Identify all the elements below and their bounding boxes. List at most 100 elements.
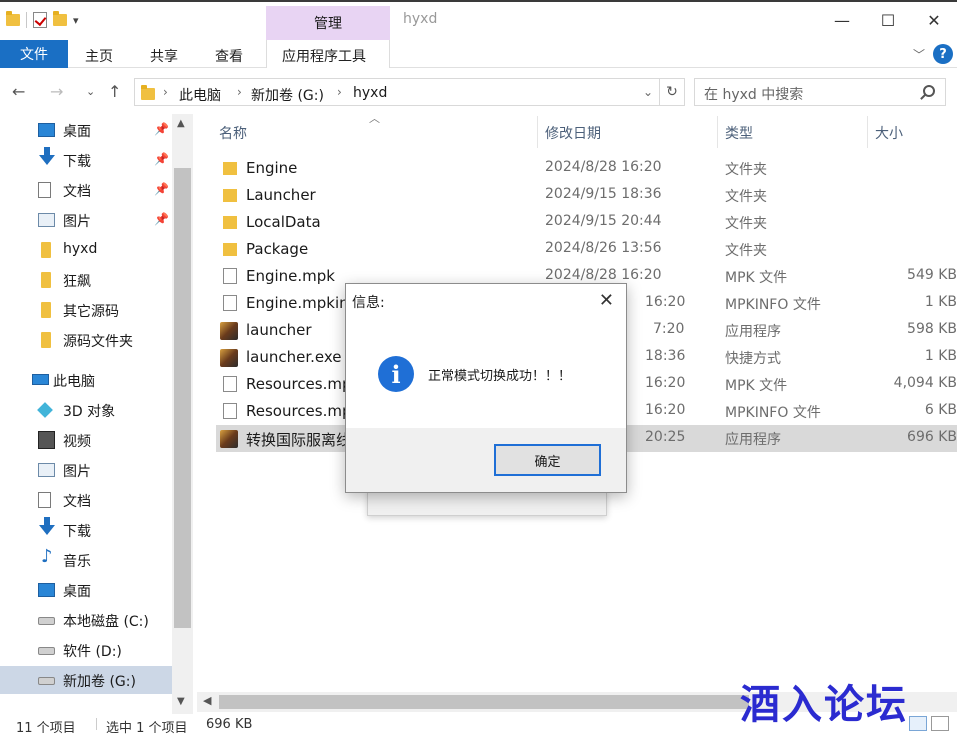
column-divider[interactable] [867,116,868,148]
file-row-engine[interactable]: Engine 2024/8/28 16:20 文件夹 [216,155,957,182]
column-divider[interactable] [717,116,718,148]
folder-icon [223,189,237,202]
search-placeholder: 在 hyxd 中搜索 [704,87,804,103]
scroll-down-icon[interactable]: ▼ [177,696,185,707]
address-dropdown-icon[interactable]: ⌄ [643,85,653,99]
file-date: 16:20 [645,375,686,391]
background-dialog [367,490,607,516]
sidebar-item-label: 图片 [63,464,91,480]
sidebar-item-label: 新加卷 (G:) [63,674,136,690]
app-icon [220,322,238,340]
document-icon [38,492,51,508]
file-icon [223,295,237,311]
tab-application-tools[interactable]: 应用程序工具 [282,46,366,66]
file-type: 文件夹 [725,189,767,205]
expand-ribbon-icon[interactable]: ﹀ [913,46,925,63]
column-header-type[interactable]: 类型 [725,123,753,143]
file-icon [223,376,237,392]
file-row-package[interactable]: Package 2024/8/26 13:56 文件夹 [216,236,957,263]
pin-icon: 📌 [154,122,169,136]
breadcrumb-separator: › [237,85,242,99]
file-type: MPKINFO 文件 [725,405,821,421]
sidebar-item-music[interactable]: ♪ 音乐 [0,546,172,574]
sidebar-item-kuangbiao[interactable]: 狂飙 [0,266,172,294]
help-button[interactable]: ? [933,44,953,64]
dialog-close-button[interactable]: ✕ [599,290,614,311]
minimize-button[interactable]: — [819,0,865,40]
sidebar-item-drive-d[interactable]: 软件 (D:) [0,636,172,664]
folder-icon [223,216,237,229]
recent-locations-icon[interactable]: ⌄ [86,85,95,98]
tab-file[interactable]: 文件 [0,40,68,68]
ok-button[interactable]: 确定 [494,444,601,476]
scroll-left-icon[interactable]: ◀ [203,694,211,707]
sidebar-item-downloads[interactable]: 下载 [0,516,172,544]
back-arrow-icon[interactable]: ← [12,82,25,101]
file-row-launcher-folder[interactable]: Launcher 2024/9/15 18:36 文件夹 [216,182,957,209]
folder-icon [41,332,51,348]
document-icon [38,182,51,198]
file-size: 696 KB [907,429,957,445]
dialog-message: 正常模式切换成功！！！ [428,369,572,384]
breadcrumb-drive-g[interactable]: 新加卷 (G:) [251,85,324,105]
sidebar-item-drive-c[interactable]: 本地磁盘 (C:) [0,606,172,634]
toolbar-divider [26,12,27,28]
tab-view[interactable]: 查看 [215,46,243,66]
column-header-name[interactable]: 名称 [219,123,247,143]
scroll-up-icon[interactable]: ▲ [177,118,185,129]
sidebar-item-pictures[interactable]: 图片 [0,456,172,484]
sidebar-item-3d-objects[interactable]: 3D 对象 [0,396,172,424]
forward-arrow-icon[interactable]: → [50,82,63,101]
properties-icon[interactable] [33,12,47,28]
refresh-button[interactable]: ↻ [660,78,685,106]
maximize-button[interactable]: ☐ [865,0,911,40]
folder-icon [223,243,237,256]
sidebar-item-desktop[interactable]: 桌面 [0,576,172,604]
breadcrumb-hyxd[interactable]: hyxd [353,85,387,101]
navigation-scrollbar[interactable]: ▲ ▼ [172,114,193,714]
tab-home[interactable]: 主页 [85,46,113,66]
new-folder-icon[interactable] [53,11,67,26]
refresh-icon: ↻ [666,84,678,100]
details-view-icon[interactable] [909,716,927,731]
column-divider[interactable] [537,116,538,148]
file-type: 文件夹 [725,243,767,259]
sidebar-item-pictures-pinned[interactable]: 图片 📌 [0,206,172,234]
sidebar-item-drive-g[interactable]: 新加卷 (G:) [0,666,172,694]
sidebar-item-desktop-pinned[interactable]: 桌面 📌 [0,116,172,144]
tab-share[interactable]: 共享 [150,46,178,66]
sort-ascending-icon: ︿ [369,112,380,125]
file-name: Engine [246,159,298,177]
breadcrumb-this-pc[interactable]: 此电脑 [179,85,221,105]
file-date: 18:36 [645,348,686,364]
file-size: 1 KB [924,294,957,310]
sidebar-item-documents-pinned[interactable]: 文档 📌 [0,176,172,204]
search-input[interactable]: 在 hyxd 中搜索 [694,78,946,106]
desktop-strip [0,0,957,2]
column-header-date[interactable]: 修改日期 [545,123,601,143]
sidebar-item-source-folder[interactable]: 源码文件夹 [0,326,172,354]
dialog-title: 信息: [352,295,385,311]
sidebar-item-documents[interactable]: 文档 [0,486,172,514]
address-bar[interactable]: › 此电脑 › 新加卷 (G:) › hyxd ⌄ [134,78,660,106]
column-header-size[interactable]: 大小 [875,123,903,143]
video-icon [38,431,55,449]
file-row-localdata[interactable]: LocalData 2024/9/15 20:44 文件夹 [216,209,957,236]
file-size: 549 KB [907,267,957,283]
close-button[interactable]: ✕ [911,0,957,40]
large-icons-view-icon[interactable] [931,716,949,731]
sidebar-item-this-pc[interactable]: 此电脑 [0,366,172,394]
up-arrow-icon[interactable]: ↑ [108,82,121,101]
sidebar-item-other-source[interactable]: 其它源码 [0,296,172,324]
customize-toolbar-icon[interactable]: ▾ [73,14,79,27]
sidebar-item-hyxd[interactable]: hyxd [0,236,172,264]
search-icon [923,85,935,97]
sidebar-item-downloads-pinned[interactable]: 下载 📌 [0,146,172,174]
scrollbar-thumb[interactable] [174,168,191,628]
folder-icon [41,302,51,318]
sidebar-item-videos[interactable]: 视频 [0,426,172,454]
scrollbar-thumb[interactable] [219,695,749,709]
selection-count: 选中 1 个项目 [106,721,188,736]
context-tab-group-label: 管理 [314,16,342,32]
info-icon: i [378,356,414,392]
